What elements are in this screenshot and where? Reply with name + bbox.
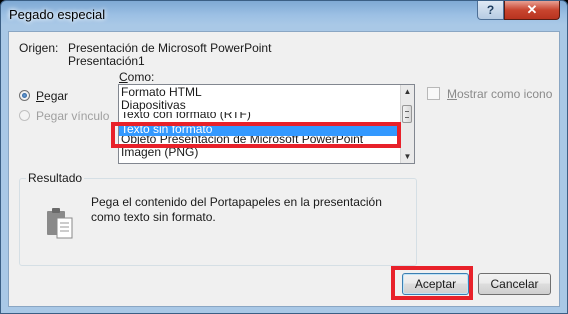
mostrar-icono-label[interactable]: Mostrar como icono <box>447 87 552 101</box>
clipboard-icon <box>47 208 73 239</box>
list-item[interactable]: Texto con formato (RTF) <box>119 112 402 121</box>
origin-label: Origen: <box>19 41 59 55</box>
close-button[interactable]: ✕ <box>504 1 560 20</box>
paste-special-dialog: Pegado especial ? ✕ Origen: Presentación… <box>0 0 568 314</box>
resultado-title: Resultado <box>26 171 85 185</box>
scroll-down-arrow-icon[interactable]: ▼ <box>401 150 414 163</box>
resultado-description: Pega el contenido del Portapapeles en la… <box>91 195 382 224</box>
pegar-radio[interactable] <box>19 90 30 101</box>
mostrar-icono-label-rest: ostrar como icono <box>457 87 553 101</box>
cancelar-button[interactable]: Cancelar <box>478 273 551 295</box>
como-label: Como: <box>119 70 155 84</box>
pegar-vinculo-radio[interactable] <box>19 110 30 121</box>
origin-source-app: Presentación de Microsoft PowerPoint <box>68 41 272 55</box>
scroll-up-arrow-icon[interactable]: ▲ <box>401 85 414 98</box>
list-scrollbar[interactable]: ▲ ▼ <box>400 85 414 163</box>
como-label-rest: omo: <box>127 70 155 84</box>
dialog-title: Pegado especial <box>9 7 106 22</box>
origin-source-doc: Presentación1 <box>68 54 145 68</box>
pegar-label[interactable]: Pegar <box>36 89 68 103</box>
help-button[interactable]: ? <box>477 1 504 20</box>
mostrar-icono-checkbox[interactable] <box>427 87 440 100</box>
highlight-box-aceptar <box>391 266 473 300</box>
pegar-label-rest: egar <box>44 89 69 103</box>
scroll-thumb[interactable] <box>402 105 412 123</box>
pegar-vinculo-label[interactable]: Pegar vínculo <box>36 109 109 123</box>
list-item[interactable]: Diapositivas <box>119 99 402 112</box>
highlight-box-selected-format <box>111 122 401 148</box>
list-item[interactable]: Formato HTML <box>119 86 402 99</box>
title-bar[interactable]: Pegado especial ? ✕ <box>1 1 567 31</box>
dialog-body: Origen: Presentación de Microsoft PowerP… <box>8 31 560 307</box>
